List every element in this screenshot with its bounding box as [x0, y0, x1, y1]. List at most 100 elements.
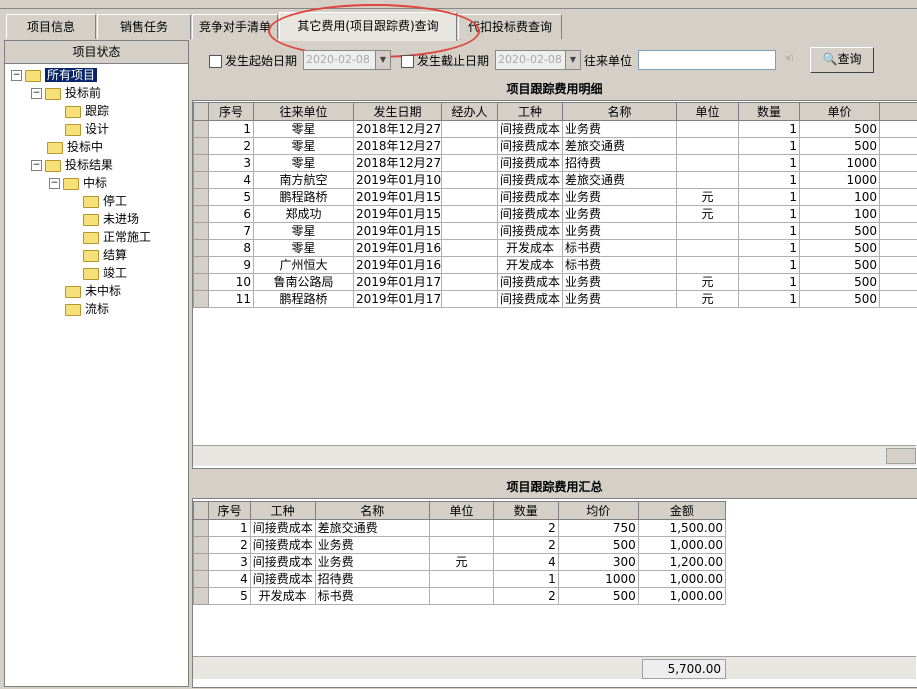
- table-cell[interactable]: 差旅交通费: [314, 519, 431, 537]
- table-cell[interactable]: [879, 171, 917, 189]
- scroll-thumb[interactable]: [886, 448, 916, 464]
- row-indicator[interactable]: [192, 553, 210, 571]
- table-cell[interactable]: 1,000.00: [637, 570, 727, 588]
- table-cell[interactable]: [441, 222, 498, 240]
- dropdown-arrow-icon[interactable]: ▼: [375, 51, 390, 69]
- table-cell[interactable]: [441, 273, 498, 291]
- table-row[interactable]: 2零星2018年12月27日 间接费成本差旅交通费 1500: [193, 137, 917, 155]
- table-cell[interactable]: 1: [738, 188, 800, 206]
- table-cell[interactable]: 间接费成本: [497, 137, 563, 155]
- col-header[interactable]: 工种: [249, 501, 316, 520]
- row-indicator[interactable]: [192, 519, 210, 537]
- tree-item-failed-bid[interactable]: 流标: [65, 300, 109, 318]
- collapse-icon[interactable]: −: [11, 70, 22, 81]
- col-header[interactable]: 单价: [799, 102, 880, 121]
- col-header[interactable]: 单位: [429, 501, 494, 520]
- col-header[interactable]: 数量: [492, 501, 559, 520]
- table-cell[interactable]: 2019年01月10日: [353, 171, 442, 189]
- table-cell[interactable]: 500: [799, 137, 880, 155]
- table-cell[interactable]: 业务费: [562, 205, 677, 223]
- table-cell[interactable]: [441, 239, 498, 257]
- end-date-picker[interactable]: 2020-02-08 ▼: [495, 50, 581, 70]
- table-row[interactable]: 7零星2019年01月15日 间接费成本业务费 1500: [193, 222, 917, 240]
- table-cell[interactable]: [441, 137, 498, 155]
- row-indicator[interactable]: [192, 536, 210, 554]
- col-header[interactable]: 序号: [208, 501, 251, 520]
- table-cell[interactable]: 6: [208, 205, 254, 223]
- table-cell[interactable]: 5: [208, 188, 254, 206]
- table-cell[interactable]: 标书费: [562, 256, 677, 274]
- table-cell[interactable]: 间接费成本: [497, 120, 563, 138]
- collapse-icon[interactable]: −: [49, 178, 60, 189]
- table-cell[interactable]: 间接费成本: [249, 519, 316, 537]
- table-cell[interactable]: 鲁南公路局: [253, 273, 354, 291]
- table-cell[interactable]: 100: [799, 205, 880, 223]
- table-cell[interactable]: 业务费: [314, 536, 431, 554]
- table-row[interactable]: 1 间接费成本 差旅交通费 2 750 1,500.00: [192, 519, 727, 537]
- table-cell[interactable]: 750: [557, 519, 639, 537]
- table-cell[interactable]: [441, 205, 498, 223]
- start-date-picker[interactable]: 2020-02-08 ▼: [303, 50, 391, 70]
- table-cell[interactable]: 间接费成本: [497, 222, 563, 240]
- col-header[interactable]: 名称: [314, 501, 431, 520]
- tree-item-completed[interactable]: 竣工: [83, 264, 127, 282]
- tab-sales-tasks[interactable]: 销售任务: [97, 14, 191, 39]
- table-cell[interactable]: 郑成功: [253, 205, 354, 223]
- table-cell[interactable]: 1: [738, 222, 800, 240]
- table-cell[interactable]: 500: [799, 273, 880, 291]
- table-cell[interactable]: 3: [208, 553, 251, 571]
- table-cell[interactable]: [879, 256, 917, 274]
- row-indicator[interactable]: [193, 273, 209, 291]
- table-cell[interactable]: 开发成本: [497, 256, 563, 274]
- table-cell[interactable]: [441, 290, 498, 308]
- table-cell[interactable]: [676, 154, 739, 172]
- table-cell[interactable]: [429, 570, 494, 588]
- table-cell[interactable]: 1: [738, 171, 800, 189]
- table-row[interactable]: 5鹏程路桥2019年01月15日 间接费成本业务费元1100: [193, 188, 917, 206]
- detail-scrollbar[interactable]: [193, 445, 916, 466]
- table-cell[interactable]: 1: [738, 137, 800, 155]
- table-cell[interactable]: 标书费: [314, 587, 431, 605]
- table-cell[interactable]: 2018年12月27日: [353, 120, 442, 138]
- table-cell[interactable]: 元: [676, 290, 739, 308]
- row-indicator[interactable]: [193, 256, 209, 274]
- table-row[interactable]: 8零星2019年01月16日 开发成本标书费 1500: [193, 239, 917, 257]
- tree-item-all-projects[interactable]: − 所有项目: [11, 66, 98, 84]
- table-cell[interactable]: 零星: [253, 137, 354, 155]
- table-cell[interactable]: [441, 256, 498, 274]
- pointing-hand-icon[interactable]: ☜: [784, 52, 800, 65]
- table-row[interactable]: 6郑成功2019年01月15日 间接费成本业务费元1100: [193, 205, 917, 223]
- table-cell[interactable]: 500: [799, 256, 880, 274]
- row-indicator[interactable]: [193, 137, 209, 155]
- table-cell[interactable]: 1: [738, 273, 800, 291]
- table-cell[interactable]: 2018年12月27日: [353, 154, 442, 172]
- row-indicator[interactable]: [193, 188, 209, 206]
- table-cell[interactable]: 2019年01月15日: [353, 205, 442, 223]
- table-cell[interactable]: 500: [799, 290, 880, 308]
- table-row[interactable]: 5 开发成本 标书费 2 500 1,000.00: [192, 587, 727, 605]
- table-cell[interactable]: 开发成本: [497, 239, 563, 257]
- table-cell[interactable]: 2019年01月17日: [353, 290, 442, 308]
- table-cell[interactable]: 9: [208, 256, 254, 274]
- table-cell[interactable]: 1000: [557, 570, 639, 588]
- table-cell[interactable]: 差旅交通费: [562, 171, 677, 189]
- tree-item-tracking[interactable]: 跟踪: [65, 102, 109, 120]
- table-cell[interactable]: 100: [799, 188, 880, 206]
- table-cell[interactable]: 鹏程路桥: [253, 290, 354, 308]
- table-cell[interactable]: 广州恒大: [253, 256, 354, 274]
- table-cell[interactable]: 元: [676, 188, 739, 206]
- table-cell[interactable]: 1,500.00: [637, 519, 727, 537]
- row-indicator[interactable]: [193, 222, 209, 240]
- table-cell[interactable]: 业务费: [562, 188, 677, 206]
- row-indicator[interactable]: [192, 587, 210, 605]
- col-header[interactable]: 工种: [497, 102, 563, 121]
- table-cell[interactable]: 业务费: [562, 290, 677, 308]
- table-cell[interactable]: 2019年01月16日: [353, 239, 442, 257]
- table-cell[interactable]: 间接费成本: [497, 205, 563, 223]
- table-cell[interactable]: 4: [208, 570, 251, 588]
- col-header[interactable]: 经办人: [441, 102, 498, 121]
- table-cell[interactable]: 2018年12月27日: [353, 137, 442, 155]
- table-cell[interactable]: 元: [676, 273, 739, 291]
- tree-item-pre-bid[interactable]: − 投标前: [31, 84, 101, 102]
- col-header[interactable]: 名称: [562, 102, 677, 121]
